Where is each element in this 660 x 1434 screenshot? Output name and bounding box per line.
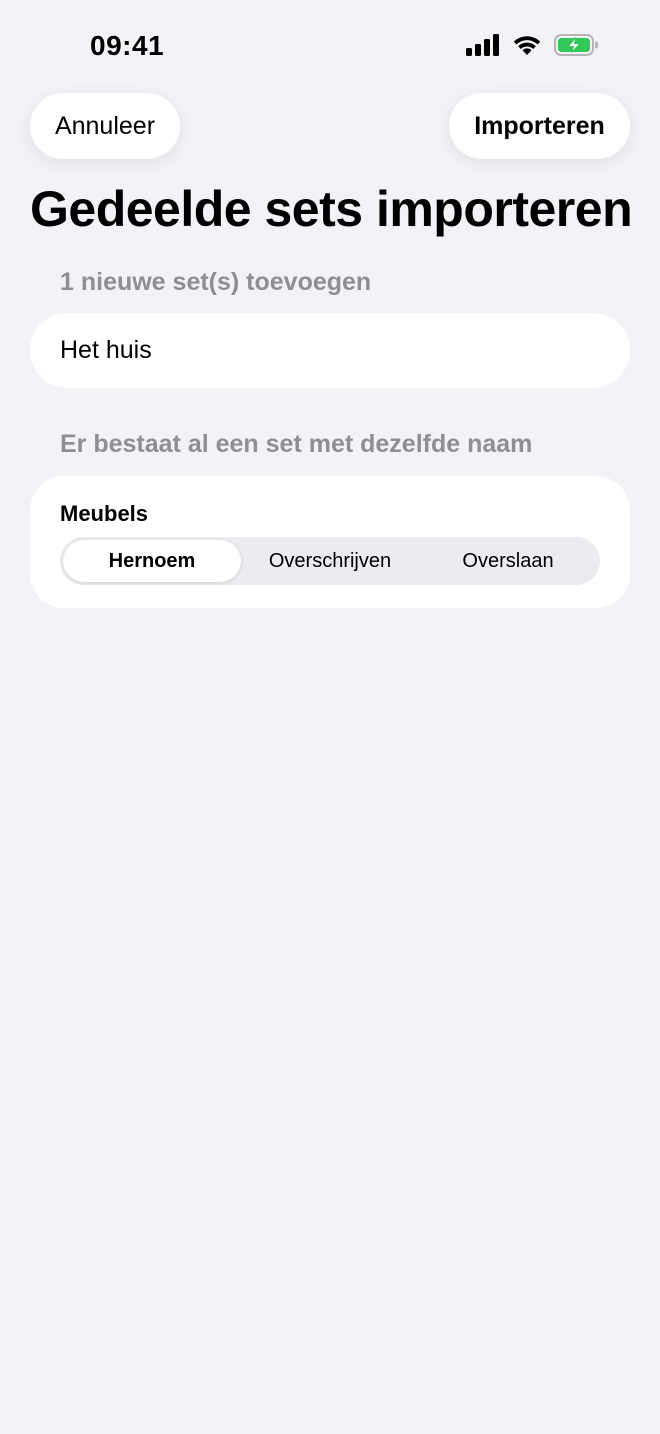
conflicts-header: Er bestaat al een set met dezelfde naam [60,430,533,458]
status-bar: 09:41 [0,0,660,96]
new-set-row: Het huis [30,313,630,388]
segment-overwrite[interactable]: Overschrijven [241,540,419,582]
conflict-row: Meubels Hernoem Overschrijven Overslaan [30,476,630,608]
import-button[interactable]: Importeren [449,93,630,159]
cancel-button[interactable]: Annuleer [30,93,180,159]
import-shared-sets-screen: 09:41 Annuleer Importeren Gedeelde sets … [0,0,660,1434]
page-title: Gedeelde sets importeren [30,181,633,237]
battery-charging-icon [554,34,600,56]
status-time: 09:41 [90,30,165,61]
segment-rename[interactable]: Hernoem [63,540,241,582]
conflict-resolution-control: Hernoem Overschrijven Overslaan [60,537,600,585]
new-sets-header: 1 nieuwe set(s) toevoegen [60,268,372,296]
conflict-set-name: Meubels [60,501,149,526]
segment-skip[interactable]: Overslaan [419,540,597,582]
signal-icon [466,34,500,56]
new-set-name: Het huis [60,336,152,364]
status-icons [466,34,600,56]
wifi-icon [512,34,542,56]
